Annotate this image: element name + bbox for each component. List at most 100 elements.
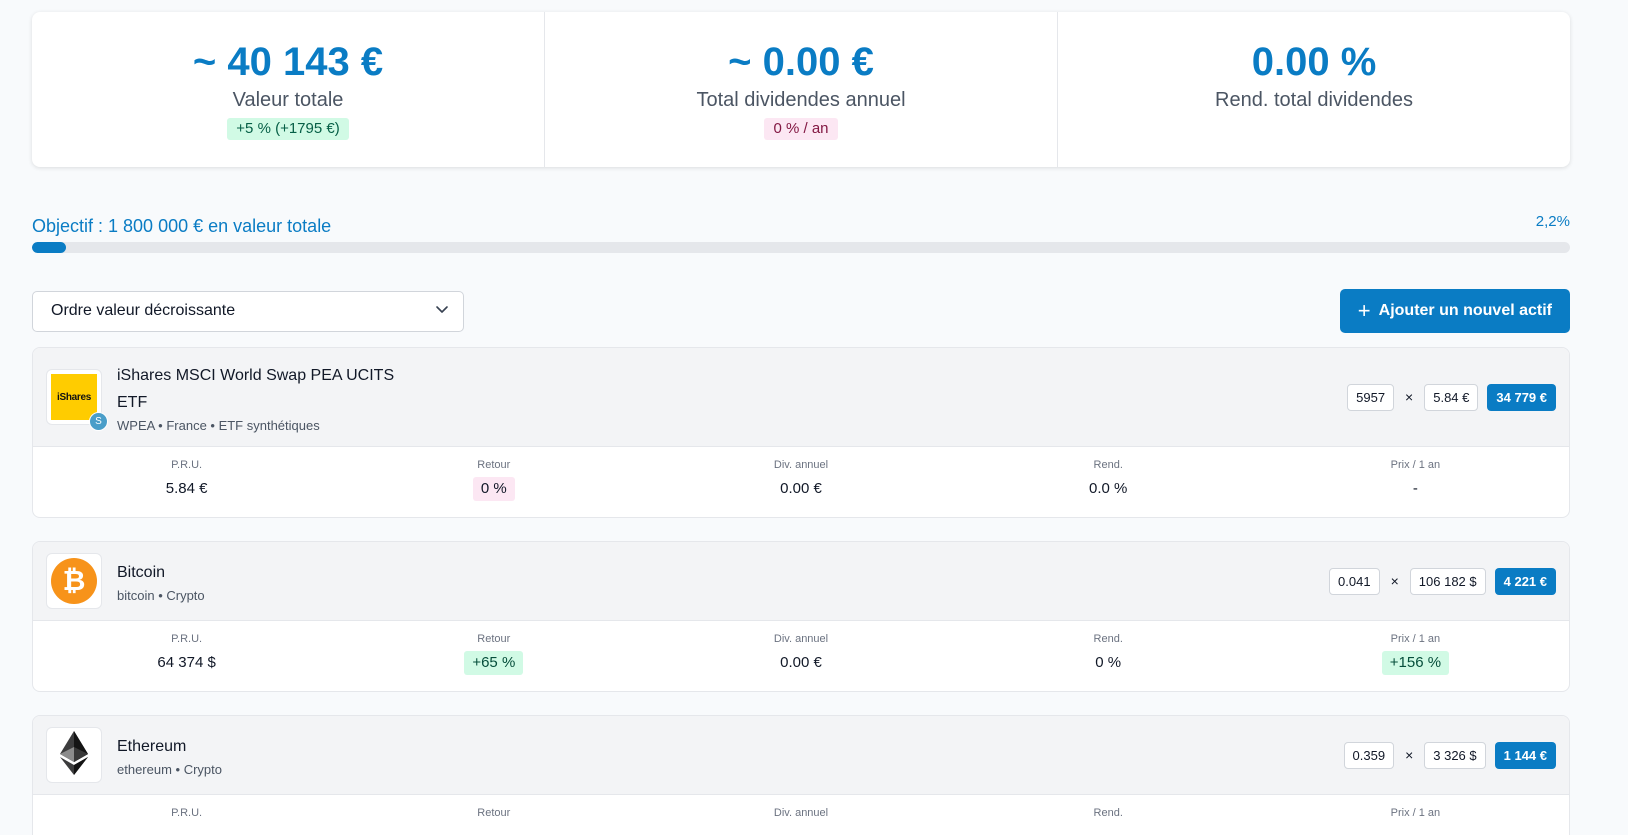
- stat-value: 64 374 $: [157, 654, 216, 671]
- price-box: 106 182 $: [1409, 567, 1486, 595]
- portfolio-page: ~ 40 143 € Valeur totale +5 % (+1795 €) …: [32, 12, 1570, 835]
- total-value: ~ 40 143 €: [192, 40, 384, 84]
- dividends-value: ~ 0.00 €: [728, 40, 874, 84]
- add-asset-button[interactable]: + Ajouter un nouvel actif: [1339, 289, 1570, 333]
- stat-label: P.R.U.: [171, 459, 203, 471]
- goal-section: Objectif : 1 800 000 € en valeur totale …: [32, 213, 1570, 253]
- asset-position: 0.359 × 3 326 $ 1 144 €: [1343, 741, 1556, 769]
- goal-percent: 2,2%: [1535, 213, 1570, 230]
- stat-label: Retour: [477, 807, 511, 819]
- stat-label: Prix / 1 an: [1390, 807, 1441, 819]
- stat-label: Div. annuel: [773, 807, 829, 819]
- summary-card: ~ 40 143 € Valeur totale +5 % (+1795 €) …: [32, 12, 1570, 167]
- stat-price-1y: Prix / 1 an: [1262, 795, 1569, 835]
- controls-bar: Ordre valeur décroissante + Ajouter un n…: [32, 289, 1570, 333]
- asset-stats: P.R.U. 5.84 € Retour 0 % Div. annuel 0.0…: [33, 447, 1569, 517]
- stat-label: Retour: [477, 459, 511, 471]
- stat-total-value: ~ 40 143 € Valeur totale +5 % (+1795 €): [32, 12, 545, 167]
- ethereum-icon: [59, 730, 89, 781]
- stat-dividends: ~ 0.00 € Total dividendes annuel 0 % / a…: [545, 12, 1058, 167]
- stat-pru: P.R.U.: [33, 795, 340, 835]
- stat-value: 5.84 €: [165, 480, 208, 497]
- ishares-logo-icon: iShares: [51, 374, 97, 420]
- asset-stats: P.R.U. 64 374 $ Retour +65 % Div. annuel…: [33, 621, 1569, 691]
- stat-yield: 0.00 % Rend. total dividendes: [1058, 12, 1570, 167]
- stat-price-1y: Prix / 1 an +156 %: [1262, 621, 1569, 691]
- goal-progress-bar: [32, 242, 1570, 253]
- goal-text: Objectif : 1 800 000 € en valeur totale: [32, 216, 332, 236]
- stat-label: Rend.: [1093, 459, 1123, 471]
- times-icon: ×: [1390, 573, 1399, 589]
- stat-label: P.R.U.: [171, 807, 203, 819]
- stat-div: Div. annuel: [647, 795, 954, 835]
- yield-label: Rend. total dividendes: [1215, 89, 1413, 111]
- stat-yield: Rend.: [955, 795, 1262, 835]
- stat-label: Rend.: [1093, 633, 1123, 645]
- total-value-box: 1 144 €: [1494, 741, 1556, 769]
- dividends-rate-badge: 0 % / an: [764, 118, 838, 140]
- price-box: 5.84 €: [1424, 383, 1479, 411]
- stat-label: Rend.: [1093, 807, 1123, 819]
- times-icon: ×: [1405, 389, 1414, 405]
- asset-card-bitcoin[interactable]: ₿ Bitcoin bitcoin • Crypto 0.041 × 106 1…: [32, 541, 1570, 692]
- return-badge: +65 %: [464, 651, 524, 675]
- asset-name: Ethereum: [117, 738, 187, 755]
- quantity-box: 5957: [1347, 383, 1395, 411]
- stat-yield: Rend. 0 %: [955, 621, 1262, 691]
- stat-value: 0.00 €: [780, 654, 822, 671]
- asset-logo: ₿: [46, 553, 102, 609]
- asset-name: Bitcoin: [117, 564, 166, 581]
- stat-label: Retour: [477, 633, 511, 645]
- price-box: 3 326 $: [1424, 741, 1486, 769]
- sort-select-value: Ordre valeur décroissante: [51, 302, 236, 319]
- asset-header[interactable]: ₿ Bitcoin bitcoin • Crypto 0.041 × 106 1…: [33, 542, 1569, 621]
- asset-info: Bitcoin bitcoin • Crypto: [117, 559, 205, 603]
- stat-label: Prix / 1 an: [1390, 459, 1441, 471]
- dividends-label: Total dividendes annuel: [696, 89, 906, 111]
- stat-return: Retour +65 %: [340, 621, 647, 691]
- return-badge: 0 %: [472, 477, 515, 501]
- asset-card-ishares[interactable]: iShares S iShares MSCI World Swap PEA UC…: [32, 347, 1570, 518]
- stat-value: -: [1412, 480, 1418, 497]
- stat-value: 0.0 %: [1089, 480, 1128, 497]
- stat-div: Div. annuel 0.00 €: [647, 621, 954, 691]
- chevron-down-icon: [435, 302, 449, 321]
- stat-value: 0 %: [1095, 654, 1122, 671]
- stat-yield: Rend. 0.0 %: [955, 447, 1262, 517]
- stat-value: 0.00 €: [780, 480, 822, 497]
- asset-card-ethereum[interactable]: Ethereum ethereum • Crypto 0.359 × 3 326…: [32, 715, 1570, 835]
- stat-label: P.R.U.: [171, 633, 203, 645]
- stat-return: Retour 0 %: [340, 447, 647, 517]
- quantity-box: 0.359: [1343, 741, 1395, 769]
- stat-div: Div. annuel 0.00 €: [647, 447, 954, 517]
- synthetic-badge: S: [89, 412, 108, 431]
- asset-subtitle: ethereum • Crypto: [117, 762, 222, 777]
- asset-header[interactable]: iShares S iShares MSCI World Swap PEA UC…: [33, 348, 1569, 447]
- asset-position: 0.041 × 106 182 $ 4 221 €: [1329, 567, 1556, 595]
- quantity-box: 0.041: [1329, 567, 1380, 595]
- times-icon: ×: [1405, 747, 1414, 763]
- sort-select[interactable]: Ordre valeur décroissante: [32, 290, 464, 332]
- asset-subtitle: WPEA • France • ETF synthétiques: [117, 417, 320, 433]
- price-1y-badge: +156 %: [1381, 651, 1450, 675]
- asset-position: 5957 × 5.84 € 34 779 €: [1347, 383, 1556, 411]
- asset-name: iShares MSCI World Swap PEA UCITS ETF: [117, 366, 395, 411]
- total-value-box: 4 221 €: [1494, 567, 1556, 595]
- stat-price-1y: Prix / 1 an -: [1262, 447, 1569, 517]
- yield-value: 0.00 %: [1251, 40, 1377, 84]
- stat-return: Retour: [340, 795, 647, 835]
- asset-stats: P.R.U. Retour Div. annuel Rend. Prix / 1…: [33, 795, 1569, 835]
- asset-logo: [46, 727, 102, 783]
- stat-label: Div. annuel: [773, 459, 829, 471]
- stat-pru: P.R.U. 5.84 €: [33, 447, 340, 517]
- add-asset-label: Ajouter un nouvel actif: [1378, 302, 1552, 319]
- total-value-box: 34 779 €: [1487, 383, 1556, 411]
- asset-header[interactable]: Ethereum ethereum • Crypto 0.359 × 3 326…: [33, 716, 1569, 795]
- total-value-label: Valeur totale: [232, 89, 344, 111]
- stat-pru: P.R.U. 64 374 $: [33, 621, 340, 691]
- asset-info: Ethereum ethereum • Crypto: [117, 733, 222, 777]
- asset-logo: iShares S: [46, 369, 108, 431]
- asset-subtitle: bitcoin • Crypto: [117, 588, 205, 603]
- plus-icon: +: [1357, 298, 1371, 323]
- stat-label: Div. annuel: [773, 633, 829, 645]
